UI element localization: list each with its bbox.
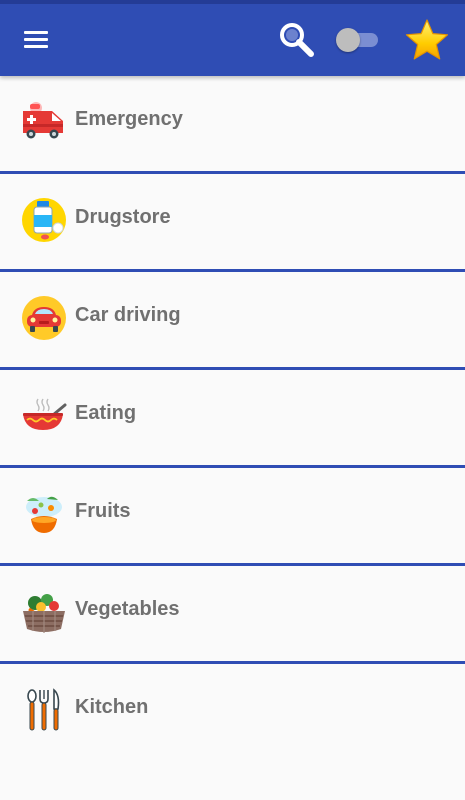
menu-line	[24, 45, 48, 48]
toggle-thumb	[336, 28, 360, 52]
soup-bowl-icon	[21, 393, 67, 439]
menu-line	[24, 31, 48, 34]
list-item-label: Drugstore	[75, 206, 171, 228]
car-icon	[21, 295, 67, 341]
vegetable-basket-icon	[21, 589, 67, 635]
toggle-switch[interactable]	[336, 27, 380, 53]
star-icon[interactable]	[404, 17, 450, 63]
status-strip	[0, 0, 465, 4]
list-item-label: Emergency	[75, 108, 183, 130]
list-item-emergency[interactable]: Emergency	[0, 76, 465, 174]
list-item-fruits[interactable]: Fruits	[0, 468, 465, 566]
list-item-car-driving[interactable]: Car driving	[0, 272, 465, 370]
search-icon[interactable]	[276, 20, 316, 60]
list-item-vegetables[interactable]: Vegetables	[0, 566, 465, 664]
ambulance-icon	[21, 99, 67, 145]
app-bar	[0, 0, 465, 76]
cutlery-icon	[21, 687, 67, 733]
category-list: Emergency Drugstore Car driving Eating F…	[0, 76, 465, 759]
list-item-drugstore[interactable]: Drugstore	[0, 174, 465, 272]
list-item-label: Vegetables	[75, 598, 180, 620]
list-item-eating[interactable]: Eating	[0, 370, 465, 468]
hamburger-menu-icon[interactable]	[18, 22, 54, 58]
list-item-label: Car driving	[75, 304, 181, 326]
list-item-label: Kitchen	[75, 696, 149, 718]
fruits-icon	[21, 491, 67, 537]
medicine-bottle-icon	[21, 197, 67, 243]
list-item-label: Fruits	[75, 500, 131, 522]
list-item-kitchen[interactable]: Kitchen	[0, 664, 465, 759]
menu-line	[24, 38, 48, 41]
list-item-label: Eating	[75, 402, 137, 424]
